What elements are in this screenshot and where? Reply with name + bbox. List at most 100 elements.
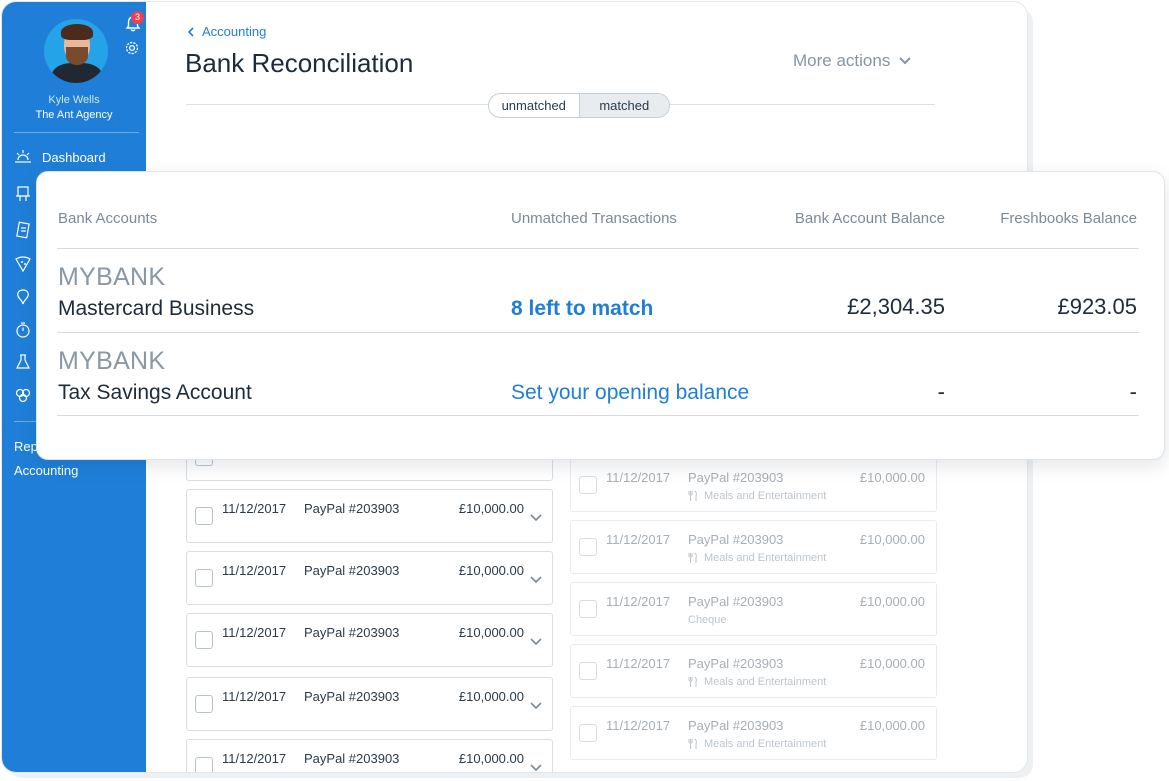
txn-amount: £10,000.00: [859, 656, 925, 671]
sidebar-item-accounting[interactable]: Accounting: [14, 459, 78, 481]
txn-date: 11/12/2017: [222, 625, 287, 640]
bank-balance: -: [937, 379, 945, 404]
breadcrumb-link[interactable]: Accounting: [202, 24, 266, 39]
chevron-down-icon[interactable]: [530, 514, 542, 522]
txn-description: PayPal #203903: [304, 689, 400, 704]
more-actions-button[interactable]: More actions: [793, 51, 912, 71]
txn-category-label: Meals and Entertainment: [704, 552, 827, 564]
list-item[interactable]: 11/12/2017 PayPal #203903 £10,000.00 Mea…: [570, 644, 937, 698]
opening-balance-link[interactable]: Set your opening balance: [511, 381, 749, 405]
unmatched-link[interactable]: 8 left to match: [511, 297, 653, 321]
row-divider: [57, 332, 1139, 333]
txn-category-label: Meals and Entertainment: [704, 676, 827, 688]
txn-date: 11/12/2017: [606, 470, 671, 485]
txn-description: PayPal #203903: [304, 751, 400, 766]
row-checkbox[interactable]: [195, 695, 213, 713]
chevron-down-icon[interactable]: [530, 638, 542, 646]
user-name: Kyle Wells: [48, 94, 100, 106]
match-toggle: unmatched matched: [488, 93, 670, 118]
txn-amount: £10,000.00: [458, 501, 524, 516]
list-item[interactable]: 11/12/2017 PayPal #203903 £10,000.00 Mea…: [570, 706, 937, 760]
sidebar-divider: [14, 132, 139, 133]
sidebar-item-dashboard[interactable]: Dashboard: [14, 146, 106, 168]
txn-date: 11/12/2017: [606, 532, 671, 547]
notification-badge: 3: [131, 11, 144, 24]
txn-amount: £10,000.00: [458, 563, 524, 578]
txn-category: Meals and Entertainment: [688, 676, 826, 688]
page-title: Bank Reconciliation: [185, 48, 414, 78]
txn-description: PayPal #203903: [304, 501, 400, 516]
chevron-down-icon[interactable]: [530, 576, 542, 584]
list-item[interactable]: 11/12/2017 PayPal #203903 £10,000.00: [186, 739, 553, 772]
chevron-left-icon: [187, 26, 194, 37]
bank-balance: £2,304.35: [847, 294, 945, 319]
txn-category-label: Meals and Entertainment: [704, 490, 827, 502]
bank-accounts-card: Bank Accounts Unmatched Transactions Ban…: [36, 171, 1165, 460]
timer-icon[interactable]: [14, 321, 32, 339]
avatar[interactable]: [44, 19, 108, 83]
col-header-bank-balance: Bank Account Balance: [794, 210, 945, 227]
account-name[interactable]: Tax Savings Account: [58, 381, 252, 405]
txn-amount: £10,000.00: [859, 532, 925, 547]
chevron-down-icon[interactable]: [530, 702, 542, 710]
expenses-icon[interactable]: [14, 288, 32, 306]
estimates-icon[interactable]: [14, 255, 32, 273]
account-name[interactable]: Mastercard Business: [58, 297, 254, 321]
txn-date: 11/12/2017: [606, 656, 671, 671]
bank-name: MYBANK: [58, 263, 166, 291]
txn-description: PayPal #203903: [688, 656, 784, 671]
tab-matched[interactable]: matched: [578, 94, 669, 117]
row-checkbox[interactable]: [579, 600, 597, 618]
txn-category-label: Cheque: [688, 614, 727, 626]
bank-name: MYBANK: [58, 347, 166, 375]
list-item[interactable]: 11/12/2017 PayPal #203903 £10,000.00 Mea…: [570, 458, 937, 512]
txn-description: PayPal #203903: [304, 625, 400, 640]
txn-amount: £10,000.00: [458, 625, 524, 640]
row-checkbox[interactable]: [195, 757, 213, 772]
txn-category: Meals and Entertainment: [688, 490, 826, 502]
list-item[interactable]: 11/12/2017 PayPal #203903 £10,000.00 Mea…: [570, 520, 937, 574]
fork-knife-icon: [688, 738, 697, 749]
row-checkbox[interactable]: [579, 662, 597, 680]
list-item[interactable]: 11/12/2017 PayPal #203903 £10,000.00: [186, 551, 553, 605]
row-checkbox[interactable]: [579, 724, 597, 742]
flask-icon[interactable]: [14, 353, 32, 371]
list-item[interactable]: 11/12/2017 PayPal #203903 £10,000.00: [186, 677, 553, 731]
sidebar-item-reports[interactable]: Rep: [14, 435, 38, 457]
list-item[interactable]: 11/12/2017 PayPal #203903 £10,000.00 Che…: [570, 582, 937, 636]
chevron-down-icon[interactable]: [530, 764, 542, 772]
txn-date: 11/12/2017: [606, 594, 671, 609]
clients-icon[interactable]: [14, 185, 32, 203]
list-item[interactable]: 11/12/2017 PayPal #203903 £10,000.00: [186, 489, 553, 543]
txn-amount: £10,000.00: [859, 718, 925, 733]
txn-amount: £10,000.00: [458, 751, 524, 766]
txn-description: PayPal #203903: [304, 563, 400, 578]
txn-date: 11/12/2017: [222, 563, 287, 578]
sidebar-item-label: Rep: [14, 438, 38, 454]
invoice-icon[interactable]: [14, 221, 32, 239]
row-checkbox[interactable]: [195, 569, 213, 587]
more-actions-label: More actions: [793, 51, 891, 70]
company-name: The Ant Agency: [35, 109, 113, 121]
team-icon[interactable]: [14, 386, 32, 404]
txn-category: Cheque: [688, 614, 727, 626]
col-header-freshbooks-balance: Freshbooks Balance: [1000, 210, 1137, 227]
txn-category: Meals and Entertainment: [688, 738, 826, 750]
list-item[interactable]: 11/12/2017 PayPal #203903 £10,000.00: [186, 613, 553, 667]
row-checkbox[interactable]: [195, 507, 213, 525]
row-checkbox[interactable]: [579, 476, 597, 494]
row-divider: [57, 415, 1139, 416]
row-checkbox[interactable]: [579, 538, 597, 556]
breadcrumb[interactable]: Accounting: [186, 24, 266, 39]
txn-description: PayPal #203903: [688, 594, 784, 609]
fork-knife-icon: [688, 552, 697, 563]
tab-unmatched[interactable]: unmatched: [489, 94, 579, 117]
header-divider: [57, 248, 1139, 249]
col-header-unmatched: Unmatched Transactions: [511, 210, 677, 227]
row-checkbox[interactable]: [195, 631, 213, 649]
gear-icon[interactable]: [123, 39, 141, 57]
freshbooks-balance: -: [1129, 379, 1137, 404]
sidebar-item-label: Accounting: [14, 462, 79, 478]
sunrise-icon: [15, 150, 31, 163]
txn-description: PayPal #203903: [688, 470, 784, 485]
